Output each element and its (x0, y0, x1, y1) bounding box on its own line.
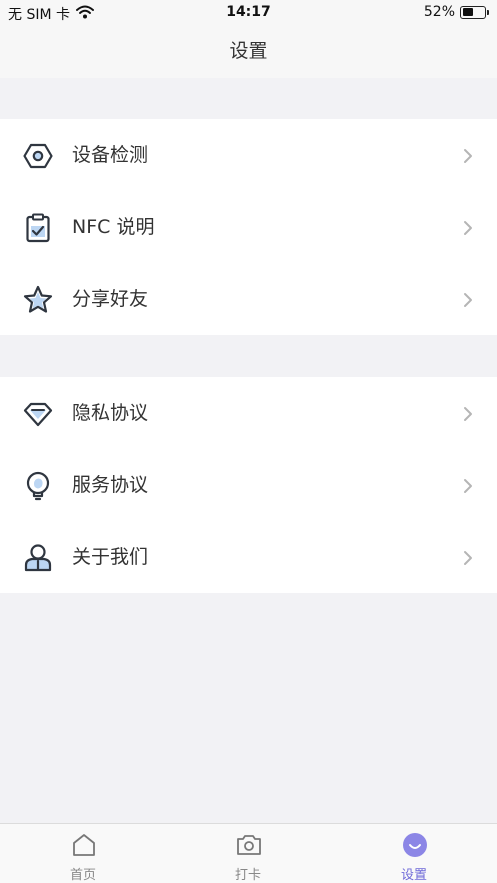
chevron-right-icon (463, 220, 473, 236)
tab-home[interactable]: 首页 (0, 824, 166, 883)
tab-settings[interactable]: 设置 (331, 824, 497, 883)
chevron-right-icon (463, 148, 473, 164)
settings-item-label: 隐私协议 (72, 402, 149, 424)
home-icon (71, 832, 97, 858)
star-icon (23, 285, 53, 315)
settings-item-share[interactable]: 分享好友 (0, 263, 497, 335)
settings-item-label: 设备检测 (72, 144, 149, 166)
chevron-right-icon (463, 292, 473, 308)
diamond-icon (23, 399, 53, 429)
settings-group-2: 隐私协议 服务协议 关于我们 (0, 377, 497, 593)
chevron-right-icon (463, 478, 473, 494)
tab-bar: 首页 打卡 设置 (0, 823, 497, 883)
battery-icon (460, 5, 489, 19)
page-title: 设置 (0, 26, 497, 78)
chevron-right-icon (463, 550, 473, 566)
tab-label: 设置 (400, 868, 427, 883)
status-bar: 无 SIM 卡 14:17 52% (0, 0, 497, 26)
settings-item-label: NFC 说明 (72, 216, 155, 238)
settings-item-privacy[interactable]: 隐私协议 (0, 377, 497, 449)
smile-icon (402, 832, 428, 858)
status-time: 14:17 (226, 4, 271, 20)
settings-item-label: 关于我们 (72, 546, 149, 568)
settings-item-about[interactable]: 关于我们 (0, 521, 497, 593)
settings-item-device-check[interactable]: 设备检测 (0, 119, 497, 191)
settings-item-label: 服务协议 (72, 474, 149, 496)
settings-item-label: 分享好友 (72, 288, 149, 310)
user-icon (23, 543, 53, 573)
battery-percent: 52% (423, 4, 455, 20)
lightbulb-icon (23, 471, 53, 501)
camera-icon (236, 832, 262, 858)
tab-label: 打卡 (234, 868, 261, 883)
status-right: 52% (424, 4, 489, 20)
chevron-right-icon (463, 406, 473, 422)
tab-label: 首页 (69, 868, 96, 883)
battery-level (462, 8, 474, 16)
settings-group-1: 设备检测 NFC 说明 分享好友 (0, 119, 497, 335)
settings-item-service[interactable]: 服务协议 (0, 449, 497, 521)
hexagon-nut-icon (23, 141, 53, 171)
settings-item-nfc[interactable]: NFC 说明 (0, 191, 497, 263)
clipboard-check-icon (23, 213, 53, 243)
tab-checkin[interactable]: 打卡 (165, 824, 331, 883)
